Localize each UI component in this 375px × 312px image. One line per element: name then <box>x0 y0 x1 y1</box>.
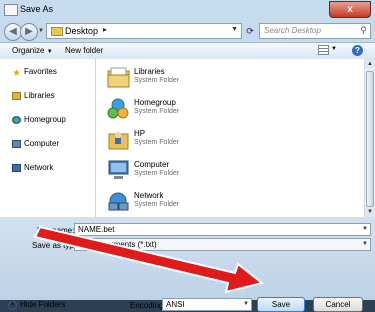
nav-item-label: Computer <box>24 139 60 148</box>
file-name: Homegroup <box>134 98 176 107</box>
list-item[interactable]: Libraries System Folder <box>106 65 306 95</box>
list-item[interactable]: HP System Folder <box>106 127 306 157</box>
file-type: System Folder <box>134 139 180 146</box>
close-button[interactable]: x <box>329 1 371 18</box>
computer-icon <box>12 139 21 148</box>
vertical-scrollbar[interactable]: ▲ ▼ <box>364 59 375 217</box>
search-box[interactable]: Search Desktop ⚲ <box>259 23 371 39</box>
breadcrumb-separator-icon[interactable]: ▸ <box>103 25 107 34</box>
help-icon[interactable]: ? <box>352 45 363 56</box>
search-input[interactable]: Search Desktop <box>264 26 321 35</box>
cancel-button[interactable]: Cancel <box>313 297 363 312</box>
nav-item-label: Favorites <box>23 67 57 76</box>
chevron-down-icon: ▼ <box>46 49 53 55</box>
organize-label: Organize <box>12 46 45 55</box>
view-dropdown-icon[interactable]: ▼ <box>331 46 337 52</box>
new-folder-button[interactable]: New folder <box>65 46 103 55</box>
file-list: Libraries System Folder Homegroup System… <box>96 59 375 217</box>
file-name: HP <box>134 129 146 138</box>
homegroup-icon <box>12 115 21 124</box>
save-as-dialog: Save As x ◀ ▶ ▼ Desktop ▸ ▼ ⟳ Search Des… <box>0 0 375 312</box>
save-as-type-select[interactable]: Text Documents (*.txt) ▼ <box>74 238 371 251</box>
chevron-down-icon[interactable]: ▼ <box>243 299 249 310</box>
network-icon <box>12 163 21 172</box>
notepad-icon <box>4 4 18 16</box>
encoding-label: Encoding: <box>130 301 166 310</box>
file-name-label: File name: <box>37 226 75 235</box>
navigation-pane: ★ Favorites Libraries Homegroup Computer … <box>0 59 96 217</box>
nav-item-computer[interactable]: Computer <box>12 139 59 148</box>
organize-menu[interactable]: Organize ▼ <box>12 46 53 55</box>
network-icon <box>108 192 129 211</box>
libraries-icon <box>107 67 130 88</box>
file-name-field[interactable]: NAME.bet ▼ <box>74 223 371 236</box>
nav-item-homegroup[interactable]: Homegroup <box>12 115 66 124</box>
file-name-value[interactable]: NAME.bet <box>78 225 114 234</box>
file-type: System Folder <box>134 201 180 208</box>
search-icon[interactable]: ⚲ <box>360 25 367 36</box>
file-name: Libraries <box>134 67 165 76</box>
library-icon <box>12 91 21 100</box>
file-name: Computer <box>134 160 170 169</box>
save-button[interactable]: Save <box>257 297 305 312</box>
nav-item-network[interactable]: Network <box>12 163 53 172</box>
hide-folders-icon[interactable]: ˄ <box>8 301 17 310</box>
homegroup-icon <box>107 98 129 119</box>
refresh-button[interactable]: ⟳ <box>244 23 256 39</box>
chevron-down-icon[interactable]: ▼ <box>362 239 368 250</box>
nav-item-label: Libraries <box>24 91 55 100</box>
file-type: System Folder <box>134 108 180 115</box>
folder-icon <box>51 27 63 36</box>
save-options-area: File name: NAME.bet ▼ Save as type: Text… <box>0 217 375 312</box>
encoding-value[interactable]: ANSI <box>166 300 185 309</box>
nav-item-libraries[interactable]: Libraries <box>12 91 55 100</box>
nav-item-label: Network <box>24 163 54 172</box>
nav-item-label: Homegroup <box>24 115 66 124</box>
scrollbar-thumb[interactable] <box>366 71 374 207</box>
file-type: System Folder <box>134 77 180 84</box>
address-bar[interactable]: Desktop ▸ ▼ <box>46 23 242 39</box>
list-item[interactable]: Computer System Folder <box>106 158 306 188</box>
star-icon: ★ <box>12 67 21 79</box>
change-view-icon[interactable] <box>318 45 329 55</box>
address-dropdown-icon[interactable]: ▼ <box>231 26 238 33</box>
forward-button[interactable]: ▶ <box>20 23 38 41</box>
window-title: Save As <box>20 4 54 14</box>
command-toolbar: Organize ▼ New folder ▼ ? <box>0 42 375 60</box>
scroll-down-icon[interactable]: ▼ <box>365 207 375 217</box>
chevron-down-icon[interactable]: ▼ <box>362 224 368 235</box>
title-bar: Save As x <box>0 0 375 20</box>
file-name: Network <box>134 191 164 200</box>
hide-folders-button[interactable]: Hide Folders <box>20 300 65 309</box>
navigation-bar: ◀ ▶ ▼ Desktop ▸ ▼ ⟳ Search Desktop ⚲ <box>0 20 375 42</box>
list-item[interactable]: Network System Folder <box>106 189 306 219</box>
list-item[interactable]: Homegroup System Folder <box>106 96 306 126</box>
recent-locations-dropdown[interactable]: ▼ <box>38 28 44 34</box>
computer-icon <box>108 160 129 179</box>
file-type: System Folder <box>134 170 180 177</box>
address-location[interactable]: Desktop <box>65 26 98 36</box>
user-folder-icon <box>108 132 129 150</box>
scroll-up-icon[interactable]: ▲ <box>365 59 375 69</box>
save-as-type-value[interactable]: Text Documents (*.txt) <box>78 240 157 249</box>
nav-item-favorites[interactable]: ★ Favorites <box>12 67 57 79</box>
